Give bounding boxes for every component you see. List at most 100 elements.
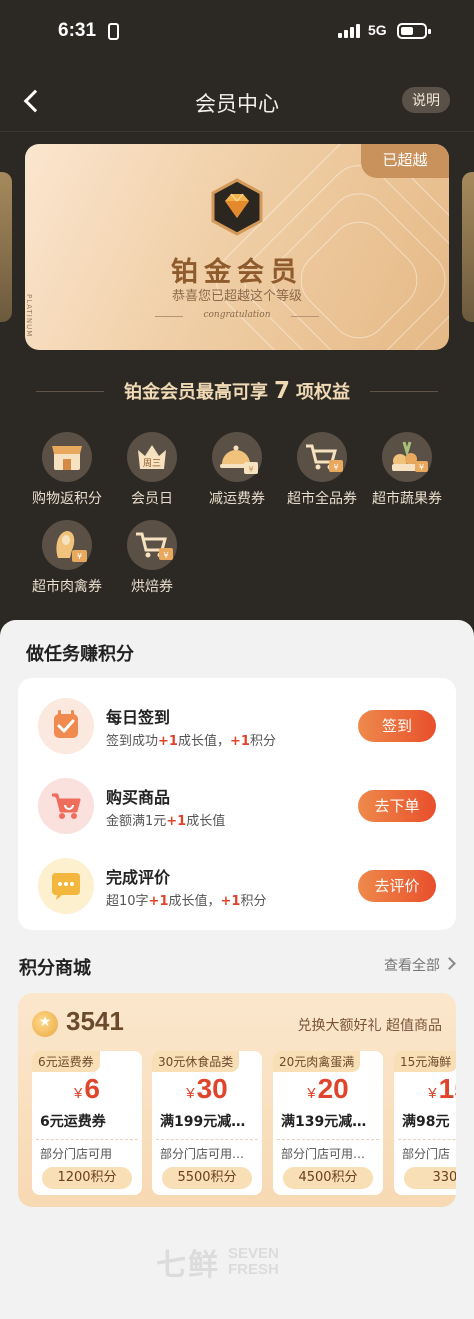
benefit-shopping-points[interactable]: 购物返积分 [19,432,115,508]
coupon-points-price[interactable]: 3300 [404,1167,456,1189]
svg-text:¥: ¥ [333,463,338,472]
delivery-bell-icon: ¥ [212,432,262,482]
content-sheet: 做任务赚积分 每日签到 签到成功+1成长值，+1积分 签到 购买商品 金额满1元… [0,620,474,1319]
network-type: 5G [368,22,387,38]
produce-coupon-icon: ¥ [382,432,432,482]
coupon-tag: 6元运费券 [32,1051,100,1072]
benefits-count: 7 [273,378,290,404]
coupon-store-scope: 部分门店可用… [281,1147,366,1161]
task-list: 每日签到 签到成功+1成长值，+1积分 签到 购买商品 金额满1元+1成长值 去… [18,678,456,930]
card-script-text: congratulation [155,310,319,320]
svg-text:周三: 周三 [143,458,161,469]
coupon-store-scope: 部分门店 [402,1147,451,1161]
level-status-badge: 已超越 [361,144,449,178]
signal-icon [338,24,360,38]
mall-slogan: 兑换大额好礼 超值商品 [297,1018,442,1034]
benefit-member-day[interactable]: 周三 会员日 [104,432,200,508]
coupon-tag: 15元海鲜 [394,1051,456,1072]
coupon-value: ¥6 [74,1073,100,1104]
coupon-card[interactable]: 30元休食品类 ¥30 满199元减… 部分门店可用… 5500积分 [152,1051,262,1195]
bakery-coupon-icon: ¥ [127,520,177,570]
meat-coupon-icon: ¥ [42,520,92,570]
coupon-card[interactable]: 20元肉禽蛋满 ¥20 满139元减… 部分门店可用… 4500积分 [273,1051,383,1195]
benefit-meat-coupon[interactable]: ¥ 超市肉禽券 [19,520,115,596]
coupon-points-price[interactable]: 4500积分 [283,1167,373,1189]
coupon-divider [277,1139,379,1140]
points-balance: 3541 [66,1006,124,1036]
benefit-bakery-coupon[interactable]: ¥ 烘焙券 [104,520,200,596]
task-item-purchase: 购买商品 金额满1元+1成长值 去下单 [18,760,456,840]
prev-level-card[interactable] [0,172,12,322]
checkin-button[interactable]: 签到 [358,710,436,742]
task-item-checkin: 每日签到 签到成功+1成长值，+1积分 签到 [18,680,456,760]
tasks-section-title: 做任务赚积分 [26,644,134,665]
points-mall-panel: 3541 兑换大额好礼 超值商品 6元运费券 ¥6 6元运费券 部分门店可用 1… [18,993,456,1207]
member-day-icon: 周三 [127,432,177,482]
coupon-tag: 20元肉禽蛋满 [273,1051,361,1072]
coupon-card[interactable]: 15元海鲜 ¥15 满98元 部分门店 3300 [394,1051,456,1195]
benefits-title: 铂金会员最高可享 7 项权益 [0,378,474,404]
brand-name-cn: 七鲜 [156,1248,220,1283]
benefit-label: 减运费券 [209,491,265,507]
shop-icon [42,432,92,482]
coupon-divider [398,1139,456,1140]
level-name: 铂金会员 [171,257,303,288]
benefit-label: 会员日 [131,491,173,507]
coupon-name: 6元运费券 [40,1114,106,1130]
coupon-name: 满139元减… [281,1114,367,1130]
sim-icon [108,23,119,40]
benefit-all-items-coupon[interactable]: ¥ 超市全品券 [274,432,370,508]
calendar-check-icon [38,698,94,754]
benefit-delivery-coupon[interactable]: ¥ 减运费券 [189,432,285,508]
brand-name-en: SEVEN FRESH [228,1245,279,1278]
coupon-divider [156,1139,258,1140]
cart-coupon-icon: ¥ [297,432,347,482]
benefit-label: 购物返积分 [32,491,102,507]
go-review-button[interactable]: 去评价 [358,870,436,902]
coupon-tag: 30元休食品类 [152,1051,240,1072]
svg-text:¥: ¥ [77,552,82,561]
task-name: 完成评价 [106,868,171,887]
level-subtitle: 恭喜您已超越这个等级 [171,289,302,304]
view-all-link[interactable]: 查看全部 [384,955,454,975]
task-description: 超10字+1成长值，+1积分 [106,894,267,909]
svg-text:¥: ¥ [419,463,424,472]
svg-text:¥: ¥ [248,465,253,474]
benefit-label: 超市全品券 [287,491,357,507]
benefits-title-suffix: 项权益 [296,382,350,403]
coupon-points-price[interactable]: 5500积分 [162,1167,252,1189]
status-time: 6:31 [58,20,97,41]
mall-section-title: 积分商城 [19,958,91,979]
benefit-produce-coupon[interactable]: ¥ 超市蔬果券 [359,432,455,508]
chat-bubble-icon [38,858,94,914]
nav-header: 会员中心 说明 [0,70,474,132]
coupon-points-price[interactable]: 1200积分 [42,1167,132,1189]
coupon-value: ¥20 [307,1073,349,1104]
member-level-card[interactable]: 已超越 铂金会员 恭喜您已超越这个等级 congratulation PLATI… [25,144,449,350]
coupon-name: 满199元减… [160,1114,246,1130]
task-name: 购买商品 [106,788,171,807]
benefit-label: 超市蔬果券 [372,491,442,507]
diamond-badge-icon [211,178,263,236]
svg-text:¥: ¥ [163,551,168,560]
status-bar: 6:31 5G [0,0,474,64]
coupon-divider [36,1139,138,1140]
go-order-button[interactable]: 去下单 [358,790,436,822]
battery-icon [397,23,431,39]
brand-logo: 七鲜 SEVEN FRESH [156,1242,279,1284]
explain-button[interactable]: 说明 [402,87,450,113]
next-level-card[interactable] [462,172,474,322]
points-coin-icon [32,1011,58,1037]
shopping-cart-icon [38,778,94,834]
coupon-card[interactable]: 6元运费券 ¥6 6元运费券 部分门店可用 1200积分 [32,1051,142,1195]
task-description: 金额满1元+1成长值 [106,814,226,829]
coupon-name: 满98元 [402,1114,450,1130]
task-name: 每日签到 [106,708,171,727]
benefits-title-prefix: 铂金会员最高可享 [123,382,268,403]
task-item-review: 完成评价 超10字+1成长值，+1积分 去评价 [18,840,456,920]
benefit-label: 烘焙券 [131,579,173,595]
coupon-carousel[interactable]: 6元运费券 ¥6 6元运费券 部分门店可用 1200积分 30元休食品类 ¥30… [30,1051,456,1197]
coupon-value: ¥15 [428,1073,456,1104]
coupon-store-scope: 部分门店可用 [40,1147,113,1161]
task-description: 签到成功+1成长值，+1积分 [106,734,276,749]
